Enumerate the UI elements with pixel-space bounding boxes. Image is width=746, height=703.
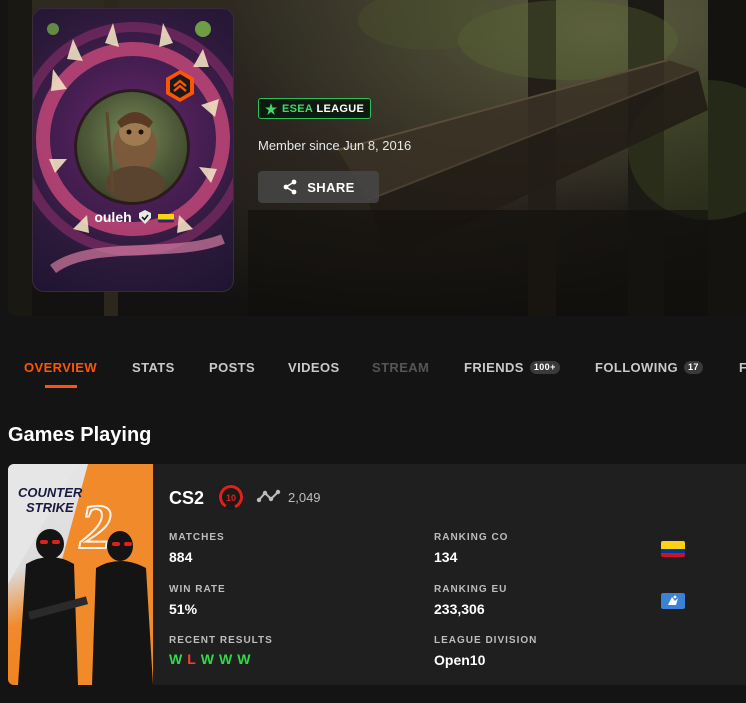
elo-value: 2,049 [288, 490, 321, 505]
esea-badge-prefix: ESEA [282, 102, 314, 115]
win-rate-value: 51% [169, 601, 198, 617]
recent-results: W L W W W [169, 651, 250, 667]
profile-tabs: OVERVIEW STATS POSTS VIDEOS STREAM FRIEN… [0, 350, 746, 390]
verified-shield-icon [138, 210, 151, 224]
colombia-flag-icon [157, 212, 174, 223]
elo-graph-icon [256, 489, 281, 503]
tab-stream[interactable]: STREAM [372, 360, 429, 375]
level-hex-icon [166, 70, 194, 102]
recent-results-label: RECENT RESULTS [169, 635, 273, 646]
player-nickname: ouleh [94, 209, 132, 225]
tab-overview[interactable]: OVERVIEW [24, 360, 97, 375]
league-division-value: Open10 [434, 652, 486, 668]
avatar[interactable] [74, 89, 190, 205]
game-name: CS2 [169, 488, 205, 508]
ranking-eu-label: RANKING EU [434, 584, 508, 595]
ewok-avatar-image [105, 111, 165, 202]
game-card-cs2[interactable]: 2 COUNTER STRIKE CS2 10 2,049 MATCHES 88… [8, 464, 746, 685]
tab-stats[interactable]: STATS [132, 360, 175, 375]
esea-league-badge[interactable]: ESEA LEAGUE [258, 98, 372, 119]
friends-count-badge: 100+ [529, 361, 560, 374]
result-item: W [169, 651, 183, 667]
games-playing-heading: Games Playing [8, 424, 152, 446]
cs2-art-title-1: COUNTER [18, 485, 83, 500]
league-division-label: LEAGUE DIVISION [434, 635, 538, 646]
cs2-art-number: 2 [79, 491, 112, 562]
share-button[interactable]: SHARE [258, 171, 379, 203]
matches-value: 884 [169, 549, 193, 565]
matches-label: MATCHES [169, 532, 225, 543]
player-card: ouleh [32, 8, 234, 292]
cs2-art-title-2: STRIKE [26, 500, 74, 515]
tab-overflow[interactable]: F [739, 360, 746, 375]
share-button-label: SHARE [307, 179, 355, 195]
tab-posts[interactable]: POSTS [209, 360, 255, 375]
ranking-co-value: 134 [434, 549, 458, 565]
result-item: W [237, 651, 251, 667]
ranking-co-label: RANKING CO [434, 532, 509, 543]
member-since-text: Member since Jun 8, 2016 [258, 138, 412, 153]
following-count-badge: 17 [684, 361, 703, 374]
esea-star-icon [265, 102, 277, 115]
tab-videos[interactable]: VIDEOS [288, 360, 340, 375]
active-tab-indicator [45, 385, 77, 388]
colombia-flag-icon [661, 541, 685, 557]
result-item: L [187, 651, 196, 667]
win-rate-label: WIN RATE [169, 584, 226, 595]
tab-following[interactable]: FOLLOWING 17 [595, 360, 703, 375]
ranking-eu-value: 233,306 [434, 601, 485, 617]
europe-region-icon [661, 593, 685, 609]
cs2-cover-art: 2 COUNTER STRIKE [8, 464, 153, 685]
result-item: W [200, 651, 214, 667]
tab-friends[interactable]: FRIENDS 100+ [464, 360, 560, 375]
esea-badge-suffix: LEAGUE [316, 102, 365, 115]
share-icon [283, 179, 297, 195]
skill-level-badge: 10 [218, 484, 244, 510]
skill-level-value: 10 [226, 493, 236, 503]
result-item: W [219, 651, 233, 667]
